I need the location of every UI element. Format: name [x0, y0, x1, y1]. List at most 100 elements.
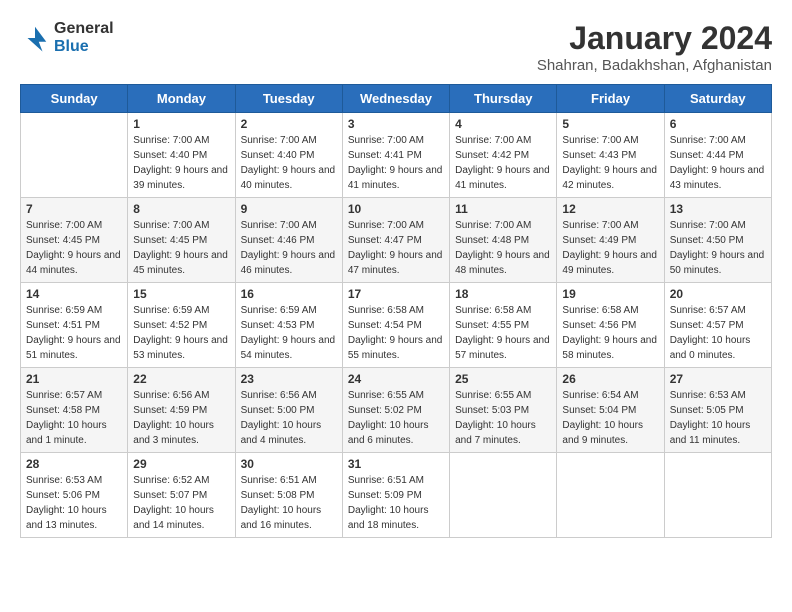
daylight: Daylight: 9 hours and 39 minutes. — [133, 165, 228, 191]
header-tuesday: Tuesday — [235, 85, 342, 113]
sunset: Sunset: 4:40 PM — [241, 150, 315, 161]
table-row — [557, 453, 664, 538]
sunrise: Sunrise: 6:56 AM — [133, 390, 209, 401]
sunset: Sunset: 4:41 PM — [348, 150, 422, 161]
table-row — [21, 113, 128, 198]
table-row: 26 Sunrise: 6:54 AM Sunset: 5:04 PM Dayl… — [557, 368, 664, 453]
day-info: Sunrise: 7:00 AM Sunset: 4:40 PM Dayligh… — [241, 133, 337, 193]
day-info: Sunrise: 7:00 AM Sunset: 4:48 PM Dayligh… — [455, 218, 551, 278]
calendar-week-row: 7 Sunrise: 7:00 AM Sunset: 4:45 PM Dayli… — [21, 198, 772, 283]
day-info: Sunrise: 6:58 AM Sunset: 4:54 PM Dayligh… — [348, 303, 444, 363]
days-header-row: Sunday Monday Tuesday Wednesday Thursday… — [21, 85, 772, 113]
logo: General Blue — [20, 20, 114, 55]
day-info: Sunrise: 6:51 AM Sunset: 5:09 PM Dayligh… — [348, 473, 444, 533]
daylight: Daylight: 9 hours and 53 minutes. — [133, 335, 228, 361]
sunset: Sunset: 4:48 PM — [455, 235, 529, 246]
calendar-week-row: 28 Sunrise: 6:53 AM Sunset: 5:06 PM Dayl… — [21, 453, 772, 538]
table-row: 4 Sunrise: 7:00 AM Sunset: 4:42 PM Dayli… — [450, 113, 557, 198]
day-info: Sunrise: 6:58 AM Sunset: 4:55 PM Dayligh… — [455, 303, 551, 363]
title-section: January 2024 Shahran, Badakhshan, Afghan… — [537, 20, 772, 74]
table-row: 10 Sunrise: 7:00 AM Sunset: 4:47 PM Dayl… — [342, 198, 449, 283]
daylight: Daylight: 9 hours and 55 minutes. — [348, 335, 443, 361]
day-info: Sunrise: 7:00 AM Sunset: 4:40 PM Dayligh… — [133, 133, 229, 193]
table-row: 28 Sunrise: 6:53 AM Sunset: 5:06 PM Dayl… — [21, 453, 128, 538]
daylight: Daylight: 9 hours and 40 minutes. — [241, 165, 336, 191]
daylight: Daylight: 10 hours and 11 minutes. — [670, 420, 751, 446]
sunrise: Sunrise: 7:00 AM — [348, 220, 424, 231]
day-info: Sunrise: 7:00 AM Sunset: 4:46 PM Dayligh… — [241, 218, 337, 278]
header-friday: Friday — [557, 85, 664, 113]
sunset: Sunset: 4:49 PM — [562, 235, 636, 246]
day-number: 28 — [26, 457, 122, 471]
day-number: 6 — [670, 117, 766, 131]
day-info: Sunrise: 7:00 AM Sunset: 4:45 PM Dayligh… — [26, 218, 122, 278]
day-info: Sunrise: 7:00 AM Sunset: 4:43 PM Dayligh… — [562, 133, 658, 193]
sunset: Sunset: 5:07 PM — [133, 490, 207, 501]
sunset: Sunset: 4:59 PM — [133, 405, 207, 416]
day-number: 31 — [348, 457, 444, 471]
table-row — [664, 453, 771, 538]
table-row: 23 Sunrise: 6:56 AM Sunset: 5:00 PM Dayl… — [235, 368, 342, 453]
day-number: 11 — [455, 202, 551, 216]
table-row: 27 Sunrise: 6:53 AM Sunset: 5:05 PM Dayl… — [664, 368, 771, 453]
daylight: Daylight: 9 hours and 48 minutes. — [455, 250, 550, 276]
day-number: 21 — [26, 372, 122, 386]
day-number: 2 — [241, 117, 337, 131]
day-number: 26 — [562, 372, 658, 386]
header-wednesday: Wednesday — [342, 85, 449, 113]
day-number: 20 — [670, 287, 766, 301]
day-number: 24 — [348, 372, 444, 386]
sunrise: Sunrise: 7:00 AM — [670, 220, 746, 231]
table-row: 14 Sunrise: 6:59 AM Sunset: 4:51 PM Dayl… — [21, 283, 128, 368]
sunset: Sunset: 4:40 PM — [133, 150, 207, 161]
table-row: 25 Sunrise: 6:55 AM Sunset: 5:03 PM Dayl… — [450, 368, 557, 453]
daylight: Daylight: 9 hours and 49 minutes. — [562, 250, 657, 276]
day-number: 7 — [26, 202, 122, 216]
table-row: 16 Sunrise: 6:59 AM Sunset: 4:53 PM Dayl… — [235, 283, 342, 368]
sunrise: Sunrise: 6:53 AM — [670, 390, 746, 401]
day-number: 8 — [133, 202, 229, 216]
sunset: Sunset: 4:55 PM — [455, 320, 529, 331]
daylight: Daylight: 10 hours and 16 minutes. — [241, 505, 322, 531]
sunrise: Sunrise: 6:58 AM — [562, 305, 638, 316]
table-row — [450, 453, 557, 538]
daylight: Daylight: 9 hours and 41 minutes. — [348, 165, 443, 191]
table-row: 20 Sunrise: 6:57 AM Sunset: 4:57 PM Dayl… — [664, 283, 771, 368]
daylight: Daylight: 10 hours and 0 minutes. — [670, 335, 751, 361]
day-info: Sunrise: 6:53 AM Sunset: 5:05 PM Dayligh… — [670, 388, 766, 448]
day-number: 30 — [241, 457, 337, 471]
table-row: 31 Sunrise: 6:51 AM Sunset: 5:09 PM Dayl… — [342, 453, 449, 538]
day-info: Sunrise: 6:59 AM Sunset: 4:51 PM Dayligh… — [26, 303, 122, 363]
daylight: Daylight: 9 hours and 41 minutes. — [455, 165, 550, 191]
table-row: 22 Sunrise: 6:56 AM Sunset: 4:59 PM Dayl… — [128, 368, 235, 453]
sunset: Sunset: 4:47 PM — [348, 235, 422, 246]
daylight: Daylight: 10 hours and 7 minutes. — [455, 420, 536, 446]
day-number: 9 — [241, 202, 337, 216]
sunrise: Sunrise: 6:59 AM — [26, 305, 102, 316]
daylight: Daylight: 9 hours and 44 minutes. — [26, 250, 121, 276]
day-info: Sunrise: 6:59 AM Sunset: 4:52 PM Dayligh… — [133, 303, 229, 363]
daylight: Daylight: 9 hours and 58 minutes. — [562, 335, 657, 361]
daylight: Daylight: 9 hours and 45 minutes. — [133, 250, 228, 276]
sunset: Sunset: 4:45 PM — [26, 235, 100, 246]
day-info: Sunrise: 6:55 AM Sunset: 5:02 PM Dayligh… — [348, 388, 444, 448]
day-info: Sunrise: 6:52 AM Sunset: 5:07 PM Dayligh… — [133, 473, 229, 533]
subtitle: Shahran, Badakhshan, Afghanistan — [537, 57, 772, 74]
day-info: Sunrise: 7:00 AM Sunset: 4:45 PM Dayligh… — [133, 218, 229, 278]
sunrise: Sunrise: 6:59 AM — [241, 305, 317, 316]
logo-general: General — [54, 20, 114, 38]
day-number: 18 — [455, 287, 551, 301]
table-row: 30 Sunrise: 6:51 AM Sunset: 5:08 PM Dayl… — [235, 453, 342, 538]
day-number: 5 — [562, 117, 658, 131]
calendar-week-row: 21 Sunrise: 6:57 AM Sunset: 4:58 PM Dayl… — [21, 368, 772, 453]
daylight: Daylight: 9 hours and 50 minutes. — [670, 250, 765, 276]
sunset: Sunset: 5:08 PM — [241, 490, 315, 501]
sunrise: Sunrise: 6:54 AM — [562, 390, 638, 401]
daylight: Daylight: 10 hours and 3 minutes. — [133, 420, 214, 446]
day-info: Sunrise: 6:56 AM Sunset: 5:00 PM Dayligh… — [241, 388, 337, 448]
day-info: Sunrise: 7:00 AM Sunset: 4:44 PM Dayligh… — [670, 133, 766, 193]
table-row: 17 Sunrise: 6:58 AM Sunset: 4:54 PM Dayl… — [342, 283, 449, 368]
day-number: 17 — [348, 287, 444, 301]
table-row: 29 Sunrise: 6:52 AM Sunset: 5:07 PM Dayl… — [128, 453, 235, 538]
table-row: 2 Sunrise: 7:00 AM Sunset: 4:40 PM Dayli… — [235, 113, 342, 198]
